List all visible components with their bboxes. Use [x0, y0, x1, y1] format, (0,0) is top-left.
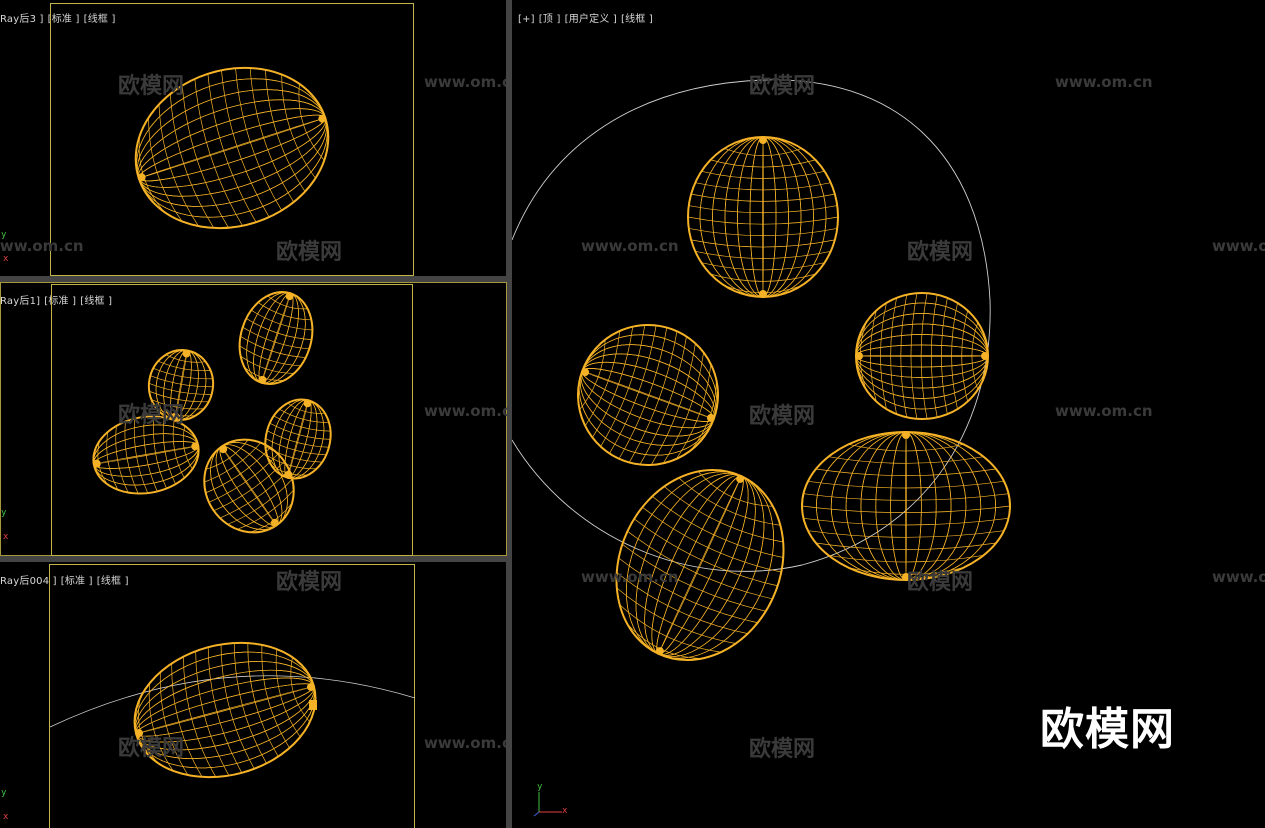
- axis-x-label: x: [3, 254, 9, 264]
- wireframe-egg: [577, 324, 719, 466]
- wireframe-egg: [134, 66, 330, 230]
- wireframe-egg: [801, 431, 1011, 581]
- axis-y-label: y: [1, 508, 7, 518]
- viewport-vray-cam004[interactable]: Ray后004 ][标准 ][线框 ] 欧模网 www.om.cn 欧模网 y …: [0, 562, 506, 828]
- watermark-logo-large: 欧模网: [1040, 704, 1175, 755]
- axis-y-label: y: [537, 782, 543, 792]
- axis-y-label: y: [1, 788, 7, 798]
- wireframe-egg: [855, 292, 989, 420]
- wireframe-egg: [147, 349, 215, 421]
- axis-x-label: x: [3, 532, 9, 542]
- wireframe-egg: [133, 641, 317, 779]
- wireframe-egg: [238, 291, 314, 385]
- wireframe-egg: [92, 415, 200, 495]
- axis-y-label: y: [1, 230, 7, 240]
- wireframe-egg: [615, 468, 785, 662]
- viewport-vray-cam3[interactable]: Ray后3 ][标准 ][线框 ] 欧模网 www.om.cn 欧模网 www.…: [0, 0, 506, 276]
- wireframe-egg-view2: [92, 291, 332, 534]
- axis-x-label: x: [3, 812, 9, 822]
- wireframe-egg: [203, 438, 295, 534]
- wireframe-egg-view1: [134, 66, 330, 230]
- viewport-vray-cam1[interactable]: Ray后1][标准 ][线框 ] 欧模网 www.om.cn y x: [0, 282, 507, 556]
- axis-x-label: x: [562, 806, 568, 816]
- wireframe-egg: [264, 398, 332, 480]
- wireframe-egg-view3: [49, 641, 416, 779]
- wireframe-egg: [687, 136, 839, 298]
